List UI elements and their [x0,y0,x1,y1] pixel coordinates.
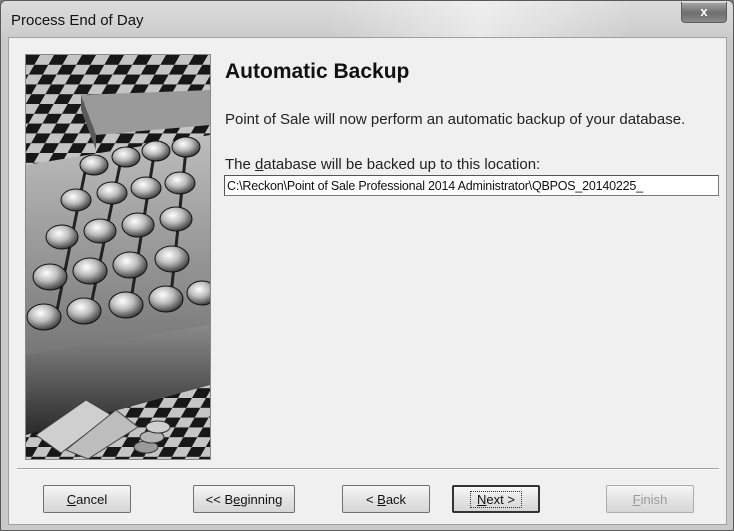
beginning-label: ginning [240,492,283,507]
back-accelerator: B [377,492,386,507]
location-label-prefix: The [225,156,256,173]
description-text: Point of Sale will now perform an automa… [225,111,686,128]
cancel-accelerator: C [66,492,77,507]
back-button[interactable]: < Back [342,485,430,513]
cash-register-illustration [25,54,211,460]
close-icon: x [700,4,708,19]
back-label-prefix: < [365,492,378,507]
cancel-button[interactable]: Cancel [43,485,131,513]
title-bar[interactable]: Process End of Day x [1,1,733,37]
beginning-button[interactable]: << Beginning [193,485,295,513]
backup-path-field[interactable]: C:\Reckon\Point of Sale Professional 201… [224,175,719,196]
next-label: ext > [486,492,515,507]
cash-register-image [26,55,210,459]
beginning-label-prefix: << B [205,492,234,507]
dialog-window: Process End of Day x Automatic Backup Po… [0,0,734,531]
location-label: The database will be backed up to this l… [225,156,540,173]
back-label: ack [385,492,407,507]
cancel-label: ancel [76,492,108,507]
location-label-suffix: atabase will be backed up to this locati… [263,156,541,173]
next-button[interactable]: Next > [452,485,540,513]
finish-accelerator: F [632,492,641,507]
finish-button[interactable]: Finish [606,485,694,513]
next-focus-ring: Next > [470,491,522,508]
title-bar-glare [331,1,631,37]
window-title: Process End of Day [11,12,144,29]
button-separator [17,468,719,470]
next-accelerator: N [477,492,487,507]
finish-label: inish [640,492,668,507]
dialog-body: Automatic Backup Point of Sale will now … [8,37,727,525]
page-title: Automatic Backup [225,60,410,83]
close-button[interactable]: x [681,2,727,23]
